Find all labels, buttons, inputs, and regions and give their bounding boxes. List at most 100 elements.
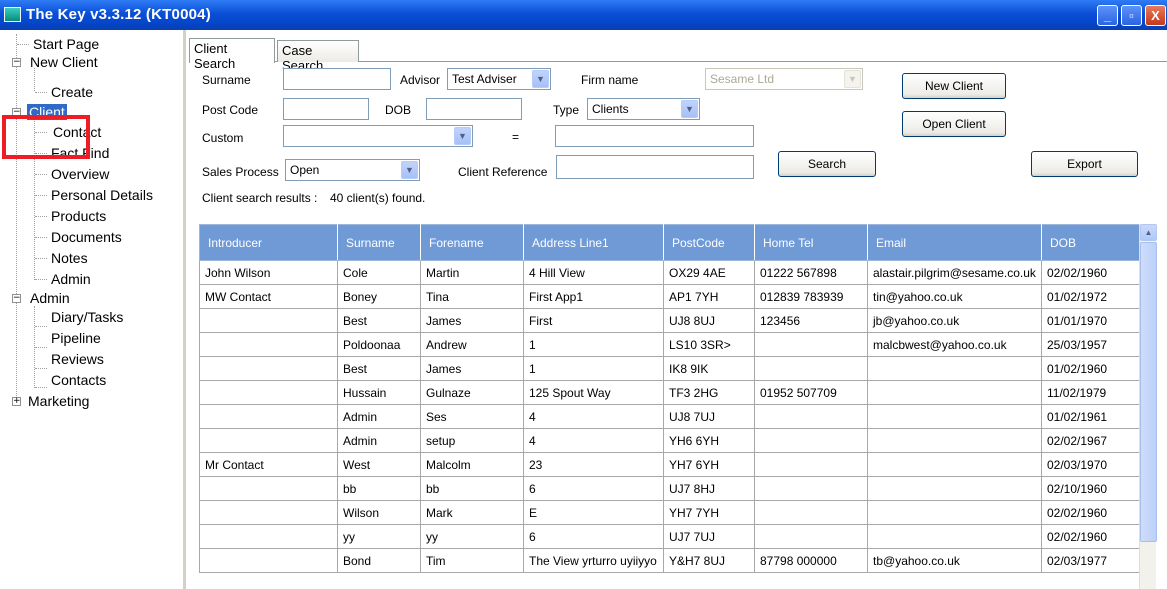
type-select[interactable]: Clients ▼ [587,98,700,120]
table-row[interactable]: Poldoonaa Andrew 1 LS10 3SR> malcbwest@yahoo… [199,332,1140,357]
tree-item-contacts[interactable]: Contacts [49,370,108,390]
table-row[interactable]: bb bb 6 UJ7 8HJ 02/10/1960 [199,476,1140,501]
tree-guide-line [35,258,47,259]
table-cell: yy [420,524,524,549]
tree-item-client-admin[interactable]: Admin [49,269,93,289]
vertical-scrollbar[interactable]: ▲ [1139,224,1157,589]
close-button[interactable]: X [1145,5,1166,26]
advisor-select[interactable]: Test Adviser ▼ [447,68,551,90]
table-cell: Tina [420,284,524,309]
tree-item-notes[interactable]: Notes [49,248,90,268]
chevron-down-icon[interactable]: ▼ [454,127,471,145]
table-cell [199,380,338,405]
table-cell: tin@yahoo.co.uk [867,284,1042,309]
surname-label: Surname [202,73,251,87]
chevron-down-icon[interactable]: ▼ [532,70,549,88]
table-cell [867,452,1042,477]
table-cell [754,332,868,357]
tree-guide-line [35,326,47,327]
table-cell: 02/02/1960 [1041,524,1140,549]
tree-item-new-client[interactable]: New Client [28,52,100,72]
export-button[interactable]: Export [1031,151,1138,177]
tree-item-documents[interactable]: Documents [49,227,124,247]
table-cell: 1 [523,356,664,381]
tree-item-label: Create [51,84,94,100]
column-header-forename[interactable]: Forename [420,224,524,261]
tab-client-search[interactable]: Client Search [189,38,275,71]
table-row[interactable]: Best James 1 IK8 9IK 01/02/1960 [199,356,1140,381]
scroll-thumb[interactable] [1140,242,1157,542]
surname-input[interactable] [283,68,391,90]
table-cell: 6 [523,524,664,549]
sales-process-select[interactable]: Open ▼ [285,159,420,181]
custom-value-input[interactable] [555,125,754,147]
custom-label: Custom [202,131,244,145]
column-header-address[interactable]: Address Line1 [523,224,664,261]
table-cell [199,548,338,573]
search-button[interactable]: Search [778,151,876,177]
new-client-button[interactable]: New Client [902,73,1006,99]
open-client-button[interactable]: Open Client [902,111,1006,137]
minimize-button[interactable]: _ [1097,5,1118,26]
tree-item-admin[interactable]: Admin [28,288,72,308]
table-cell [199,332,338,357]
type-value: Clients [592,102,629,116]
table-row[interactable]: yy yy 6 UJ7 7UJ 02/02/1960 [199,524,1140,549]
tree-item-reviews[interactable]: Reviews [49,349,106,369]
column-header-introducer[interactable]: Introducer [199,224,338,261]
chevron-down-icon[interactable]: ▼ [681,100,698,118]
annotation-highlight-box [2,115,90,159]
table-row[interactable]: MW Contact Boney Tina First App1 AP1 7YH 0128… [199,284,1140,309]
custom-select[interactable]: ▼ [283,125,473,147]
tree-item-pipeline[interactable]: Pipeline [49,328,103,348]
column-header-surname[interactable]: Surname [337,224,421,261]
column-header-dob[interactable]: DOB [1041,224,1140,261]
table-cell: YH7 7YH [663,500,755,525]
tree-item-label: Overview [51,166,110,182]
tree-guide-line [35,237,47,238]
client-reference-input[interactable] [556,155,754,179]
chevron-down-icon[interactable]: ▼ [401,161,418,179]
chevron-down-icon: ▼ [844,70,861,88]
table-row[interactable]: Hussain Gulnaze 125 Spout Way TF3 2HG 01952 … [199,380,1140,405]
table-row[interactable]: Best James First UJ8 8UJ 123456 jb@yahoo.co.u… [199,308,1140,333]
table-cell [199,476,338,501]
scroll-up-icon[interactable]: ▲ [1140,224,1157,241]
tree-guide-line [16,34,17,398]
tree-item-overview[interactable]: Overview [49,164,111,184]
column-header-postcode[interactable]: PostCode [663,224,755,261]
table-row[interactable]: Bond Tim The View yrturro uyiiyyo Y&H7 8UJ 8… [199,548,1140,573]
table-cell [199,356,338,381]
collapse-icon[interactable]: − [12,58,21,67]
tree-item-marketing[interactable]: Marketing [26,391,91,411]
table-cell: UJ8 7UJ [663,404,755,429]
tree-item-create[interactable]: Create [49,82,95,102]
tree-item-personal-details[interactable]: Personal Details [49,185,155,205]
maximize-button[interactable]: ▫ [1121,5,1142,26]
tree-item-diary-tasks[interactable]: Diary/Tasks [49,307,125,327]
table-row[interactable]: John Wilson Cole Martin 4 Hill View OX29 4AE… [199,260,1140,285]
tab-case-search[interactable]: Case Search [277,40,359,73]
column-header-home-tel[interactable]: Home Tel [754,224,868,261]
table-cell: Best [337,356,421,381]
column-header-email[interactable]: Email [867,224,1042,261]
results-count: 40 client(s) found. [330,191,426,205]
table-cell [199,308,338,333]
dob-input[interactable] [426,98,522,120]
collapse-icon[interactable]: − [12,294,21,303]
table-cell: tb@yahoo.co.uk [867,548,1042,573]
table-cell: MW Contact [199,284,338,309]
table-row[interactable]: Mr Contact West Malcolm 23 YH7 6YH 02/03/1970 [199,452,1140,477]
table-cell: James [420,308,524,333]
post-code-input[interactable] [283,98,369,120]
table-cell: 125 Spout Way [523,380,664,405]
table-row[interactable]: Admin Ses 4 UJ8 7UJ 01/02/1961 [199,404,1140,429]
expand-icon[interactable]: + [12,397,21,406]
tree-guide-line [35,195,47,196]
table-cell: E [523,500,664,525]
tree-item-products[interactable]: Products [49,206,108,226]
tree-item-start-page[interactable]: Start Page [31,34,101,54]
table-row[interactable]: Wilson Mark E YH7 7YH 02/02/1960 [199,500,1140,525]
table-cell: 4 Hill View [523,260,664,285]
table-row[interactable]: Admin setup 4 YH6 6YH 02/02/1967 [199,428,1140,453]
